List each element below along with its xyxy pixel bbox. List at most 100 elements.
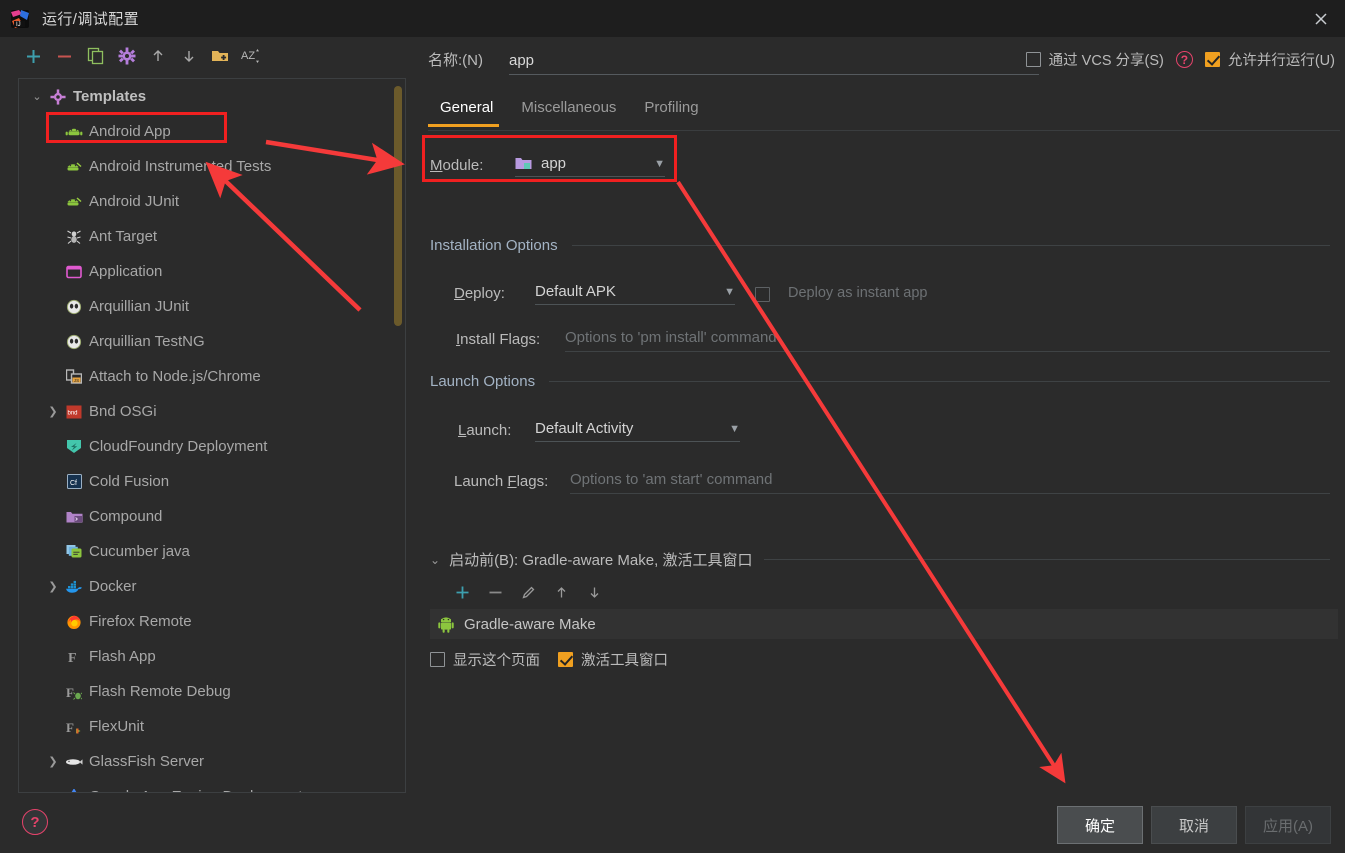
- show-this-page-checkbox[interactable]: [430, 652, 445, 667]
- firefox-icon: [63, 613, 85, 631]
- chevron-right-icon[interactable]: ❯: [43, 755, 63, 768]
- window-titlebar: IJ 运行/调试配置: [0, 0, 1345, 37]
- tree-item-cold-fusion[interactable]: Cf Cold Fusion: [19, 464, 405, 499]
- deploy-value: Default APK: [535, 283, 616, 300]
- close-icon[interactable]: [1297, 0, 1345, 37]
- deploy-as-instant-app-label: Deploy as instant app: [788, 285, 928, 301]
- tree-item-label: Bnd OSGi: [89, 403, 157, 420]
- tree-item-cloudfoundry-deployment[interactable]: CloudFoundry Deployment: [19, 429, 405, 464]
- tab-profiling[interactable]: Profiling: [632, 93, 714, 127]
- remove-task-button[interactable]: [481, 580, 510, 604]
- activate-tool-window-checkbox[interactable]: [558, 652, 573, 667]
- svg-text:F: F: [68, 651, 77, 665]
- chevron-down-icon: ▼: [729, 422, 740, 435]
- tree-item-flash-remote-debug[interactable]: F Flash Remote Debug: [19, 674, 405, 709]
- docker-icon: [63, 578, 85, 596]
- module-combobox[interactable]: app ▼: [515, 155, 665, 177]
- before-launch-task-row[interactable]: Gradle-aware Make: [430, 609, 1338, 639]
- tree-item-glassfish-server[interactable]: ❯ GlassFish Server: [19, 744, 405, 779]
- move-task-down-button[interactable]: [580, 580, 609, 604]
- deploy-label: Deploy:: [454, 285, 505, 302]
- tree-item-flash-app[interactable]: F Flash App: [19, 639, 405, 674]
- move-down-button[interactable]: [173, 42, 204, 70]
- folder-plus-icon[interactable]: [204, 42, 235, 70]
- tree-scrollbar-thumb[interactable]: [394, 86, 402, 326]
- sort-alphabetically-button[interactable]: AZ: [235, 42, 266, 70]
- chevron-right-icon[interactable]: ❯: [43, 580, 63, 593]
- tree-item-compound[interactable]: Compound: [19, 499, 405, 534]
- tree-item-firefox-remote[interactable]: Firefox Remote: [19, 604, 405, 639]
- add-task-button[interactable]: [448, 580, 477, 604]
- chevron-down-icon: ▼: [724, 285, 735, 298]
- before-launch-options: 显示这个页面 激活工具窗口: [430, 649, 668, 670]
- tree-item-cucumber-java[interactable]: Cucumber java: [19, 534, 405, 569]
- tree-item-arquillian-testng[interactable]: Arquillian TestNG: [19, 324, 405, 359]
- installation-options-title: Installation Options: [430, 237, 558, 254]
- module-folder-icon: [515, 156, 533, 172]
- tree-item-bnd-osgi[interactable]: ❯ bnd Bnd OSGi: [19, 394, 405, 429]
- tree-item-docker[interactable]: ❯ Docker: [19, 569, 405, 604]
- ok-button[interactable]: 确定: [1057, 806, 1143, 844]
- svg-text:Cf: Cf: [70, 480, 77, 487]
- tree-item-android-instrumented-tests[interactable]: Android Instrumented Tests: [19, 149, 405, 184]
- dialog-footer: ? 确定 取消 应用(A): [0, 797, 1345, 853]
- allow-parallel-run-label: 允许并行运行(U): [1227, 53, 1335, 69]
- deploy-combobox[interactable]: Default APK ▼: [535, 283, 735, 305]
- help-icon[interactable]: ?: [22, 809, 48, 835]
- launch-combobox[interactable]: Default Activity ▼: [535, 420, 740, 442]
- tree-item-attach-to-node-js-chrome[interactable]: JS Attach to Node.js/Chrome: [19, 359, 405, 394]
- tree-item-label: Firefox Remote: [89, 613, 192, 630]
- before-launch-title: 启动前(B): Gradle-aware Make, 激活工具窗口: [449, 552, 753, 569]
- tree-item-android-app[interactable]: Android App: [19, 114, 405, 149]
- remove-button[interactable]: [49, 42, 80, 70]
- tree-root-templates[interactable]: ⌄ Templates: [19, 79, 405, 114]
- move-up-button[interactable]: [142, 42, 173, 70]
- tree-item-android-junit[interactable]: Android JUnit: [19, 184, 405, 219]
- installation-options-section: Installation Options: [430, 237, 1330, 254]
- chevron-right-icon[interactable]: ❯: [43, 405, 63, 418]
- tree-item-flexunit[interactable]: F FlexUnit: [19, 709, 405, 744]
- share-via-vcs-checkbox[interactable]: [1025, 52, 1041, 67]
- launch-row: Launch: Default Activity ▼: [420, 415, 1345, 455]
- svg-text:F: F: [66, 685, 74, 700]
- tabs-divider: [428, 130, 1340, 131]
- install-flags-row: Install Flags: Options to 'pm install' c…: [420, 325, 1345, 365]
- coldfusion-icon: Cf: [63, 473, 85, 491]
- pencil-icon[interactable]: [514, 580, 543, 604]
- tree-item-label: Application: [89, 263, 163, 280]
- copy-icon[interactable]: [80, 42, 111, 70]
- tree-item-google-app-engine-deployment[interactable]: Google App Engine Deployment: [19, 779, 405, 792]
- google-appengine-icon: [63, 788, 85, 792]
- chevron-down-icon[interactable]: ⌄: [430, 553, 440, 567]
- gear-icon: [47, 88, 69, 106]
- tree-item-label: Android Instrumented Tests: [89, 158, 272, 175]
- tree-item-application[interactable]: Application: [19, 254, 405, 289]
- tree-item-label: Ant Target: [89, 228, 158, 245]
- tree-item-ant-target[interactable]: Ant Target: [19, 219, 405, 254]
- deploy-row: Deploy: Default APK ▼ Deploy as instant …: [420, 277, 1345, 317]
- arquillian-icon: [63, 333, 85, 351]
- launch-flags-row: Launch Flags: Options to 'am start' comm…: [420, 467, 1345, 507]
- before-launch-header[interactable]: ⌄ 启动前(B): Gradle-aware Make, 激活工具窗口: [430, 549, 1330, 570]
- tab-general[interactable]: General: [428, 93, 509, 127]
- tree-item-label: Attach to Node.js/Chrome: [89, 368, 261, 385]
- gear-icon[interactable]: [111, 42, 142, 70]
- tree-item-arquillian-junit[interactable]: Arquillian JUnit: [19, 289, 405, 324]
- svg-text:F: F: [66, 720, 74, 735]
- launch-flags-label: Launch Flags:: [454, 473, 549, 490]
- configuration-templates-tree[interactable]: ⌄ Templates Android App Android Instrumente…: [18, 78, 406, 793]
- chevron-down-icon[interactable]: ⌄: [27, 90, 47, 103]
- add-button[interactable]: [18, 42, 49, 70]
- launch-flags-input[interactable]: Options to 'am start' command: [570, 471, 1330, 494]
- ant-icon: [63, 228, 85, 246]
- bnd-icon: bnd: [63, 403, 85, 421]
- cancel-button[interactable]: 取消: [1151, 806, 1237, 844]
- install-flags-input[interactable]: Options to 'pm install' command: [565, 329, 1330, 352]
- configuration-editor-panel: 名称:(N) app 通过 VCS 分享(S) ? 允许并行运行(U) Gene…: [420, 37, 1345, 797]
- help-icon[interactable]: ?: [1175, 51, 1193, 68]
- allow-parallel-run-checkbox[interactable]: [1204, 52, 1220, 67]
- move-task-up-button[interactable]: [547, 580, 576, 604]
- tab-miscellaneous[interactable]: Miscellaneous: [509, 93, 632, 127]
- show-this-page-label: 显示这个页面: [453, 653, 540, 669]
- name-input[interactable]: app: [509, 52, 1039, 75]
